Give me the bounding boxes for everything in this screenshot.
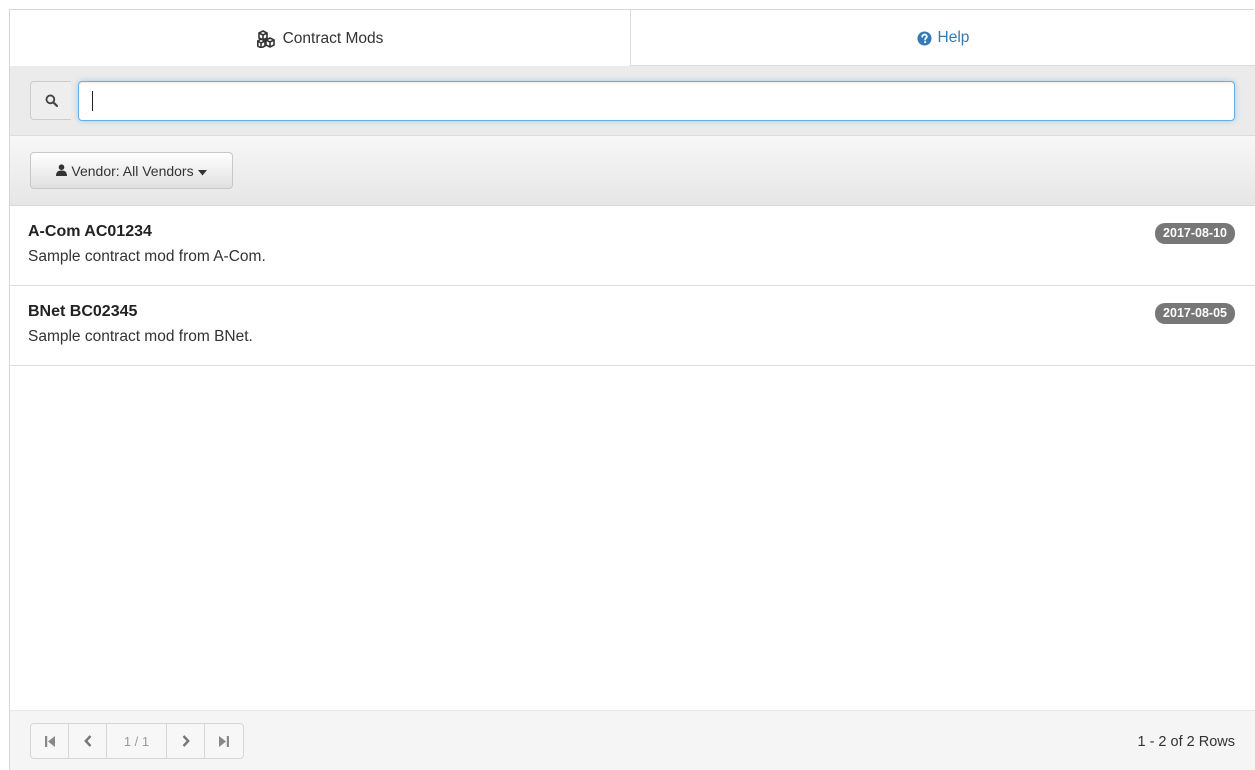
search-input[interactable] [78, 81, 1235, 121]
app-frame: Contract Mods Help Vendor: All Vendors A… [9, 9, 1255, 770]
pager: 1 / 1 [30, 723, 244, 759]
tab-contract-mods[interactable]: Contract Mods [10, 10, 631, 67]
last-page-button[interactable] [205, 724, 243, 758]
step-backward-icon [44, 735, 55, 747]
tab-help-label: Help [937, 29, 970, 46]
caret-down-icon [197, 163, 207, 179]
item-title: BNet BC02345 [28, 303, 138, 320]
text-cursor [92, 91, 93, 111]
item-description: Sample contract mod from BNet. [28, 328, 253, 345]
vendor-filter-button[interactable]: Vendor: All Vendors [30, 152, 233, 189]
date-badge: 2017-08-05 [1155, 303, 1235, 324]
next-page-button[interactable] [167, 724, 205, 758]
tab-help[interactable]: Help [631, 10, 1255, 66]
item-description: Sample contract mod from A-Com. [28, 248, 266, 265]
previous-page-button[interactable] [69, 724, 107, 758]
rows-info: 1 - 2 of 2 Rows [1137, 734, 1235, 750]
item-title: A-Com AC01234 [28, 223, 152, 240]
contract-mod-list: A-Com AC01234 Sample contract mod from A… [10, 206, 1255, 366]
search-bar [10, 66, 1255, 136]
list-item[interactable]: A-Com AC01234 Sample contract mod from A… [10, 206, 1255, 286]
search-icon [30, 81, 71, 120]
pagination-footer: 1 / 1 1 - 2 of 2 Rows [10, 710, 1255, 770]
step-forward-icon [219, 735, 229, 747]
date-badge: 2017-08-10 [1155, 223, 1235, 244]
question-circle-icon [917, 30, 932, 46]
first-page-button[interactable] [31, 724, 69, 758]
chevron-left-icon [83, 735, 91, 747]
page-indicator: 1 / 1 [107, 724, 167, 758]
filter-bar: Vendor: All Vendors [10, 136, 1255, 206]
cubes-icon [256, 29, 277, 48]
tab-bar: Contract Mods Help [10, 10, 1255, 67]
chevron-right-icon [182, 735, 190, 747]
user-icon [56, 163, 68, 179]
vendor-filter-label: Vendor: All Vendors [71, 162, 194, 179]
tab-contract-mods-label: Contract Mods [282, 29, 384, 47]
list-item[interactable]: BNet BC02345 Sample contract mod from BN… [10, 286, 1255, 366]
